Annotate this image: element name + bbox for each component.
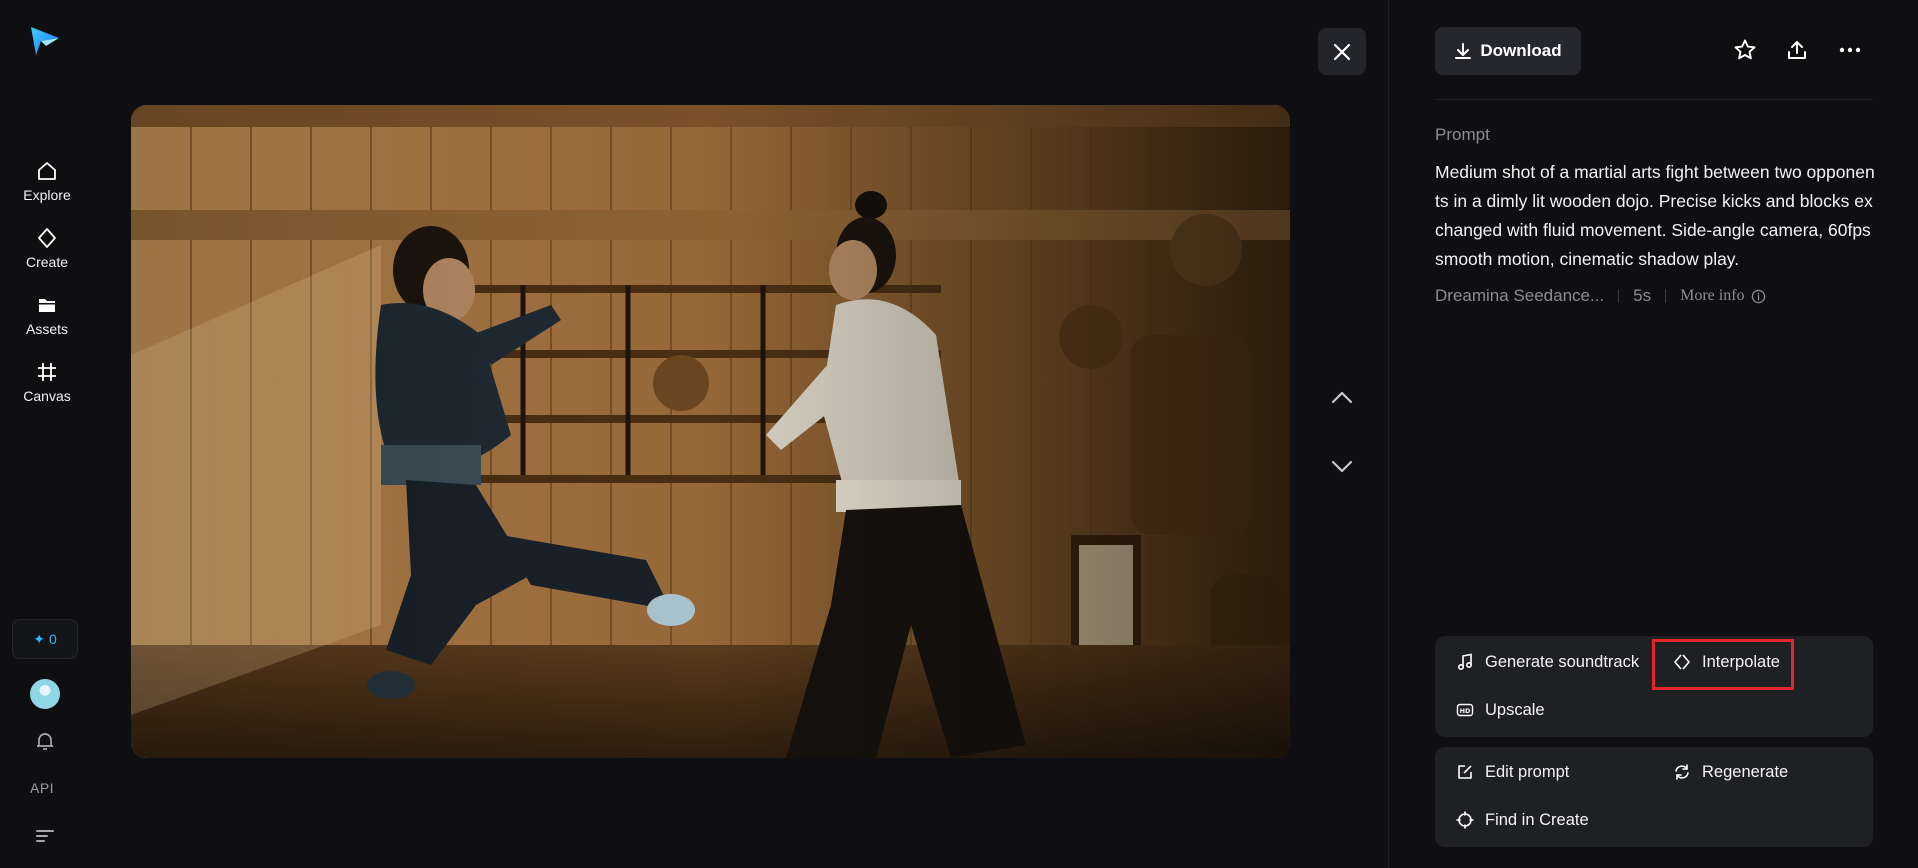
- music-note-icon: [1455, 652, 1475, 672]
- download-button[interactable]: Download: [1435, 27, 1581, 75]
- interpolate-icon: [1672, 652, 1692, 672]
- prompt-label: Prompt: [1435, 125, 1490, 144]
- credits-badge[interactable]: ✦ 0: [12, 619, 78, 659]
- more-horizontal-icon: [1839, 47, 1861, 53]
- enhance-actions-card: Generate soundtrack Interpolate HD Upsca…: [1435, 636, 1873, 737]
- more-options-button[interactable]: [1836, 36, 1864, 64]
- diamond-sparkle-icon: [35, 226, 59, 250]
- api-link[interactable]: API: [30, 780, 54, 796]
- upscale-button[interactable]: HD Upscale: [1445, 690, 1555, 730]
- app-logo[interactable]: [28, 24, 62, 58]
- meta-separator: [1618, 289, 1620, 303]
- edit-icon: [1455, 762, 1475, 782]
- nav-create[interactable]: Create: [8, 219, 86, 277]
- nav-create-label: Create: [25, 254, 69, 270]
- find-in-create-button[interactable]: Find in Create: [1445, 800, 1599, 840]
- target-icon: [1455, 810, 1475, 830]
- canvas-grid-icon: [35, 360, 59, 384]
- interpolate-label: Interpolate: [1702, 652, 1780, 671]
- edit-prompt-button[interactable]: Edit prompt: [1445, 752, 1579, 792]
- regenerate-label: Regenerate: [1702, 762, 1789, 781]
- next-item-button[interactable]: [1327, 452, 1357, 482]
- info-icon: [1751, 289, 1765, 303]
- svg-text:HD: HD: [1460, 707, 1471, 715]
- credits-count: 0: [48, 631, 57, 647]
- previous-item-button[interactable]: [1327, 382, 1357, 412]
- app-window: Explore Create Assets Canvas ✦ 0 API Dow…: [0, 0, 1918, 868]
- sidebar: Explore Create Assets Canvas ✦ 0 API: [0, 0, 94, 868]
- nav-canvas[interactable]: Canvas: [8, 353, 86, 411]
- prompt-actions-card: Edit prompt Regenerate Find in Create: [1435, 747, 1873, 847]
- chevron-up-icon: [1331, 391, 1353, 404]
- share-button[interactable]: [1783, 36, 1811, 64]
- nav-explore[interactable]: Explore: [8, 152, 86, 210]
- prompt-text: Medium shot of a martial arts fight betw…: [1435, 162, 1875, 269]
- header-divider: [1435, 99, 1873, 100]
- nav-canvas-label: Canvas: [23, 388, 71, 404]
- generation-meta: Dreamina Seedance... 5s More info: [1435, 286, 1766, 306]
- nav-explore-label: Explore: [23, 187, 71, 203]
- generated-video-frame[interactable]: [131, 105, 1290, 758]
- chevron-down-icon: [1331, 460, 1353, 473]
- favorite-button[interactable]: [1731, 36, 1759, 64]
- dojo-scene-image: [131, 105, 1290, 758]
- hd-icon: HD: [1455, 700, 1475, 720]
- more-info-label: More info: [1680, 287, 1745, 304]
- star-icon: [1734, 39, 1756, 60]
- generate-soundtrack-label: Generate soundtrack: [1485, 652, 1640, 671]
- close-icon: [1333, 43, 1351, 60]
- folder-icon: [35, 293, 59, 317]
- avatar[interactable]: [30, 679, 60, 709]
- duration: 5s: [1633, 286, 1652, 305]
- interpolate-button[interactable]: Interpolate: [1662, 642, 1790, 682]
- find-in-create-label: Find in Create: [1485, 810, 1589, 829]
- meta-separator: [1665, 289, 1667, 303]
- panel-divider: [1388, 0, 1389, 868]
- sparkle-icon: ✦: [33, 630, 45, 647]
- generate-soundtrack-button[interactable]: Generate soundtrack: [1445, 642, 1649, 682]
- model-name: Dreamina Seedance...: [1435, 286, 1605, 305]
- edit-prompt-label: Edit prompt: [1485, 762, 1570, 781]
- more-info-link[interactable]: More info: [1680, 287, 1765, 305]
- home-icon: [35, 159, 59, 183]
- menu-toggle-icon[interactable]: [35, 828, 55, 844]
- download-label: Download: [1480, 41, 1562, 60]
- nav-assets[interactable]: Assets: [8, 286, 86, 344]
- share-icon: [1788, 41, 1806, 59]
- regenerate-button[interactable]: Regenerate: [1662, 752, 1798, 792]
- nav-assets-label: Assets: [25, 321, 68, 337]
- bell-icon[interactable]: [33, 729, 57, 753]
- refresh-icon: [1672, 762, 1692, 782]
- download-icon: [1455, 43, 1472, 59]
- close-button[interactable]: [1318, 28, 1366, 75]
- upscale-label: Upscale: [1485, 700, 1545, 719]
